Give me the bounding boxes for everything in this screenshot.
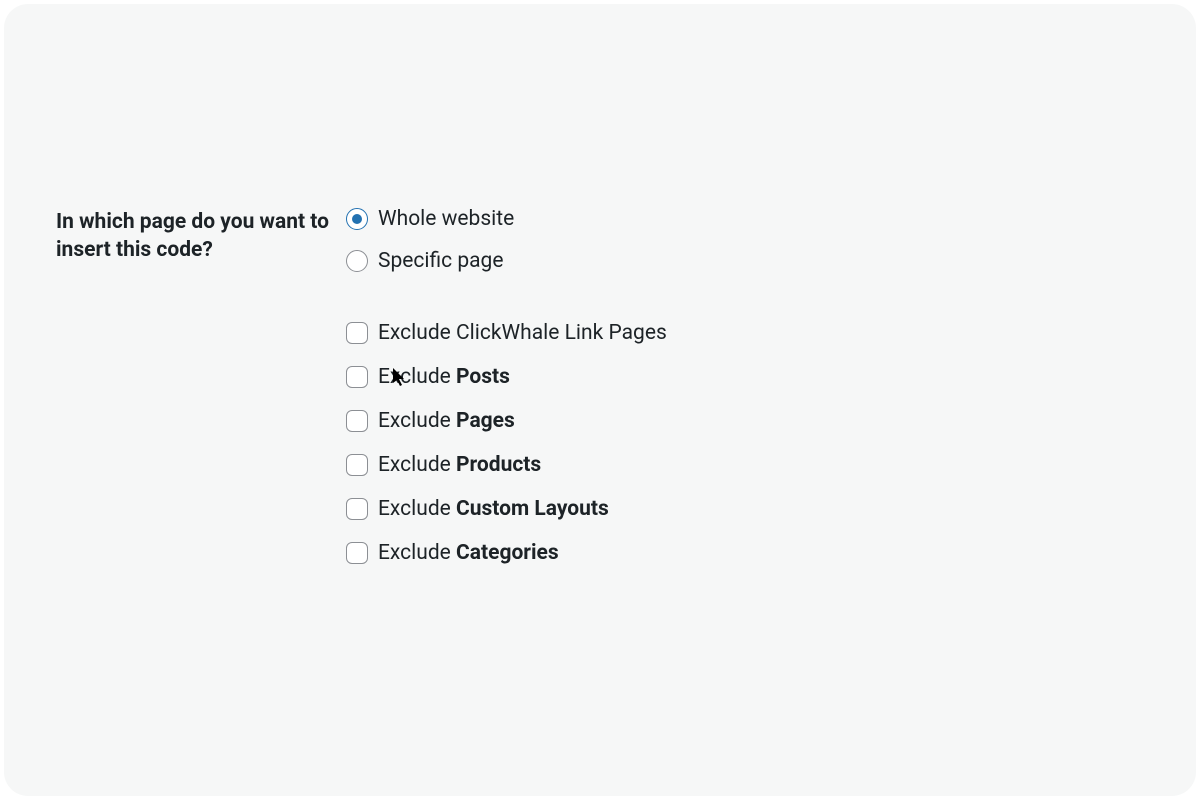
settings-panel: In which page do you want to insert this…: [4, 4, 1196, 796]
checkbox-input[interactable]: [346, 454, 368, 476]
radio-label: Whole website: [378, 209, 514, 230]
checkbox-input[interactable]: [346, 366, 368, 388]
exclude-checkbox-group: Exclude ClickWhale Link Pages Exclude Po…: [346, 322, 667, 564]
radio-label: Specific page: [378, 251, 503, 272]
checkbox-exclude-posts[interactable]: Exclude Posts: [346, 366, 667, 388]
radio-input-specific-page[interactable]: [346, 250, 368, 272]
radio-option-specific-page[interactable]: Specific page: [346, 250, 667, 272]
checkbox-exclude-clickwhale-link-pages[interactable]: Exclude ClickWhale Link Pages: [346, 322, 667, 344]
checkbox-exclude-pages[interactable]: Exclude Pages: [346, 410, 667, 432]
checkbox-input[interactable]: [346, 322, 368, 344]
checkbox-input[interactable]: [346, 542, 368, 564]
checkbox-exclude-categories[interactable]: Exclude Categories: [346, 542, 667, 564]
options-column: Whole website Specific page Exclude Clic…: [346, 208, 667, 564]
checkbox-label: Exclude Posts: [378, 367, 510, 388]
checkbox-exclude-custom-layouts[interactable]: Exclude Custom Layouts: [346, 498, 667, 520]
question-label: In which page do you want to insert this…: [56, 208, 346, 564]
checkbox-input[interactable]: [346, 410, 368, 432]
checkbox-label: Exclude Categories: [378, 543, 559, 564]
checkbox-input[interactable]: [346, 498, 368, 520]
checkbox-label: Exclude Products: [378, 455, 541, 476]
checkbox-label: Exclude Pages: [378, 411, 515, 432]
form-row: In which page do you want to insert this…: [56, 208, 667, 564]
checkbox-label: Exclude ClickWhale Link Pages: [378, 323, 667, 344]
radio-option-whole-website[interactable]: Whole website: [346, 208, 667, 230]
radio-input-whole-website[interactable]: [346, 208, 368, 230]
checkbox-exclude-products[interactable]: Exclude Products: [346, 454, 667, 476]
checkbox-label: Exclude Custom Layouts: [378, 499, 609, 520]
page-scope-radio-group: Whole website Specific page: [346, 208, 667, 272]
